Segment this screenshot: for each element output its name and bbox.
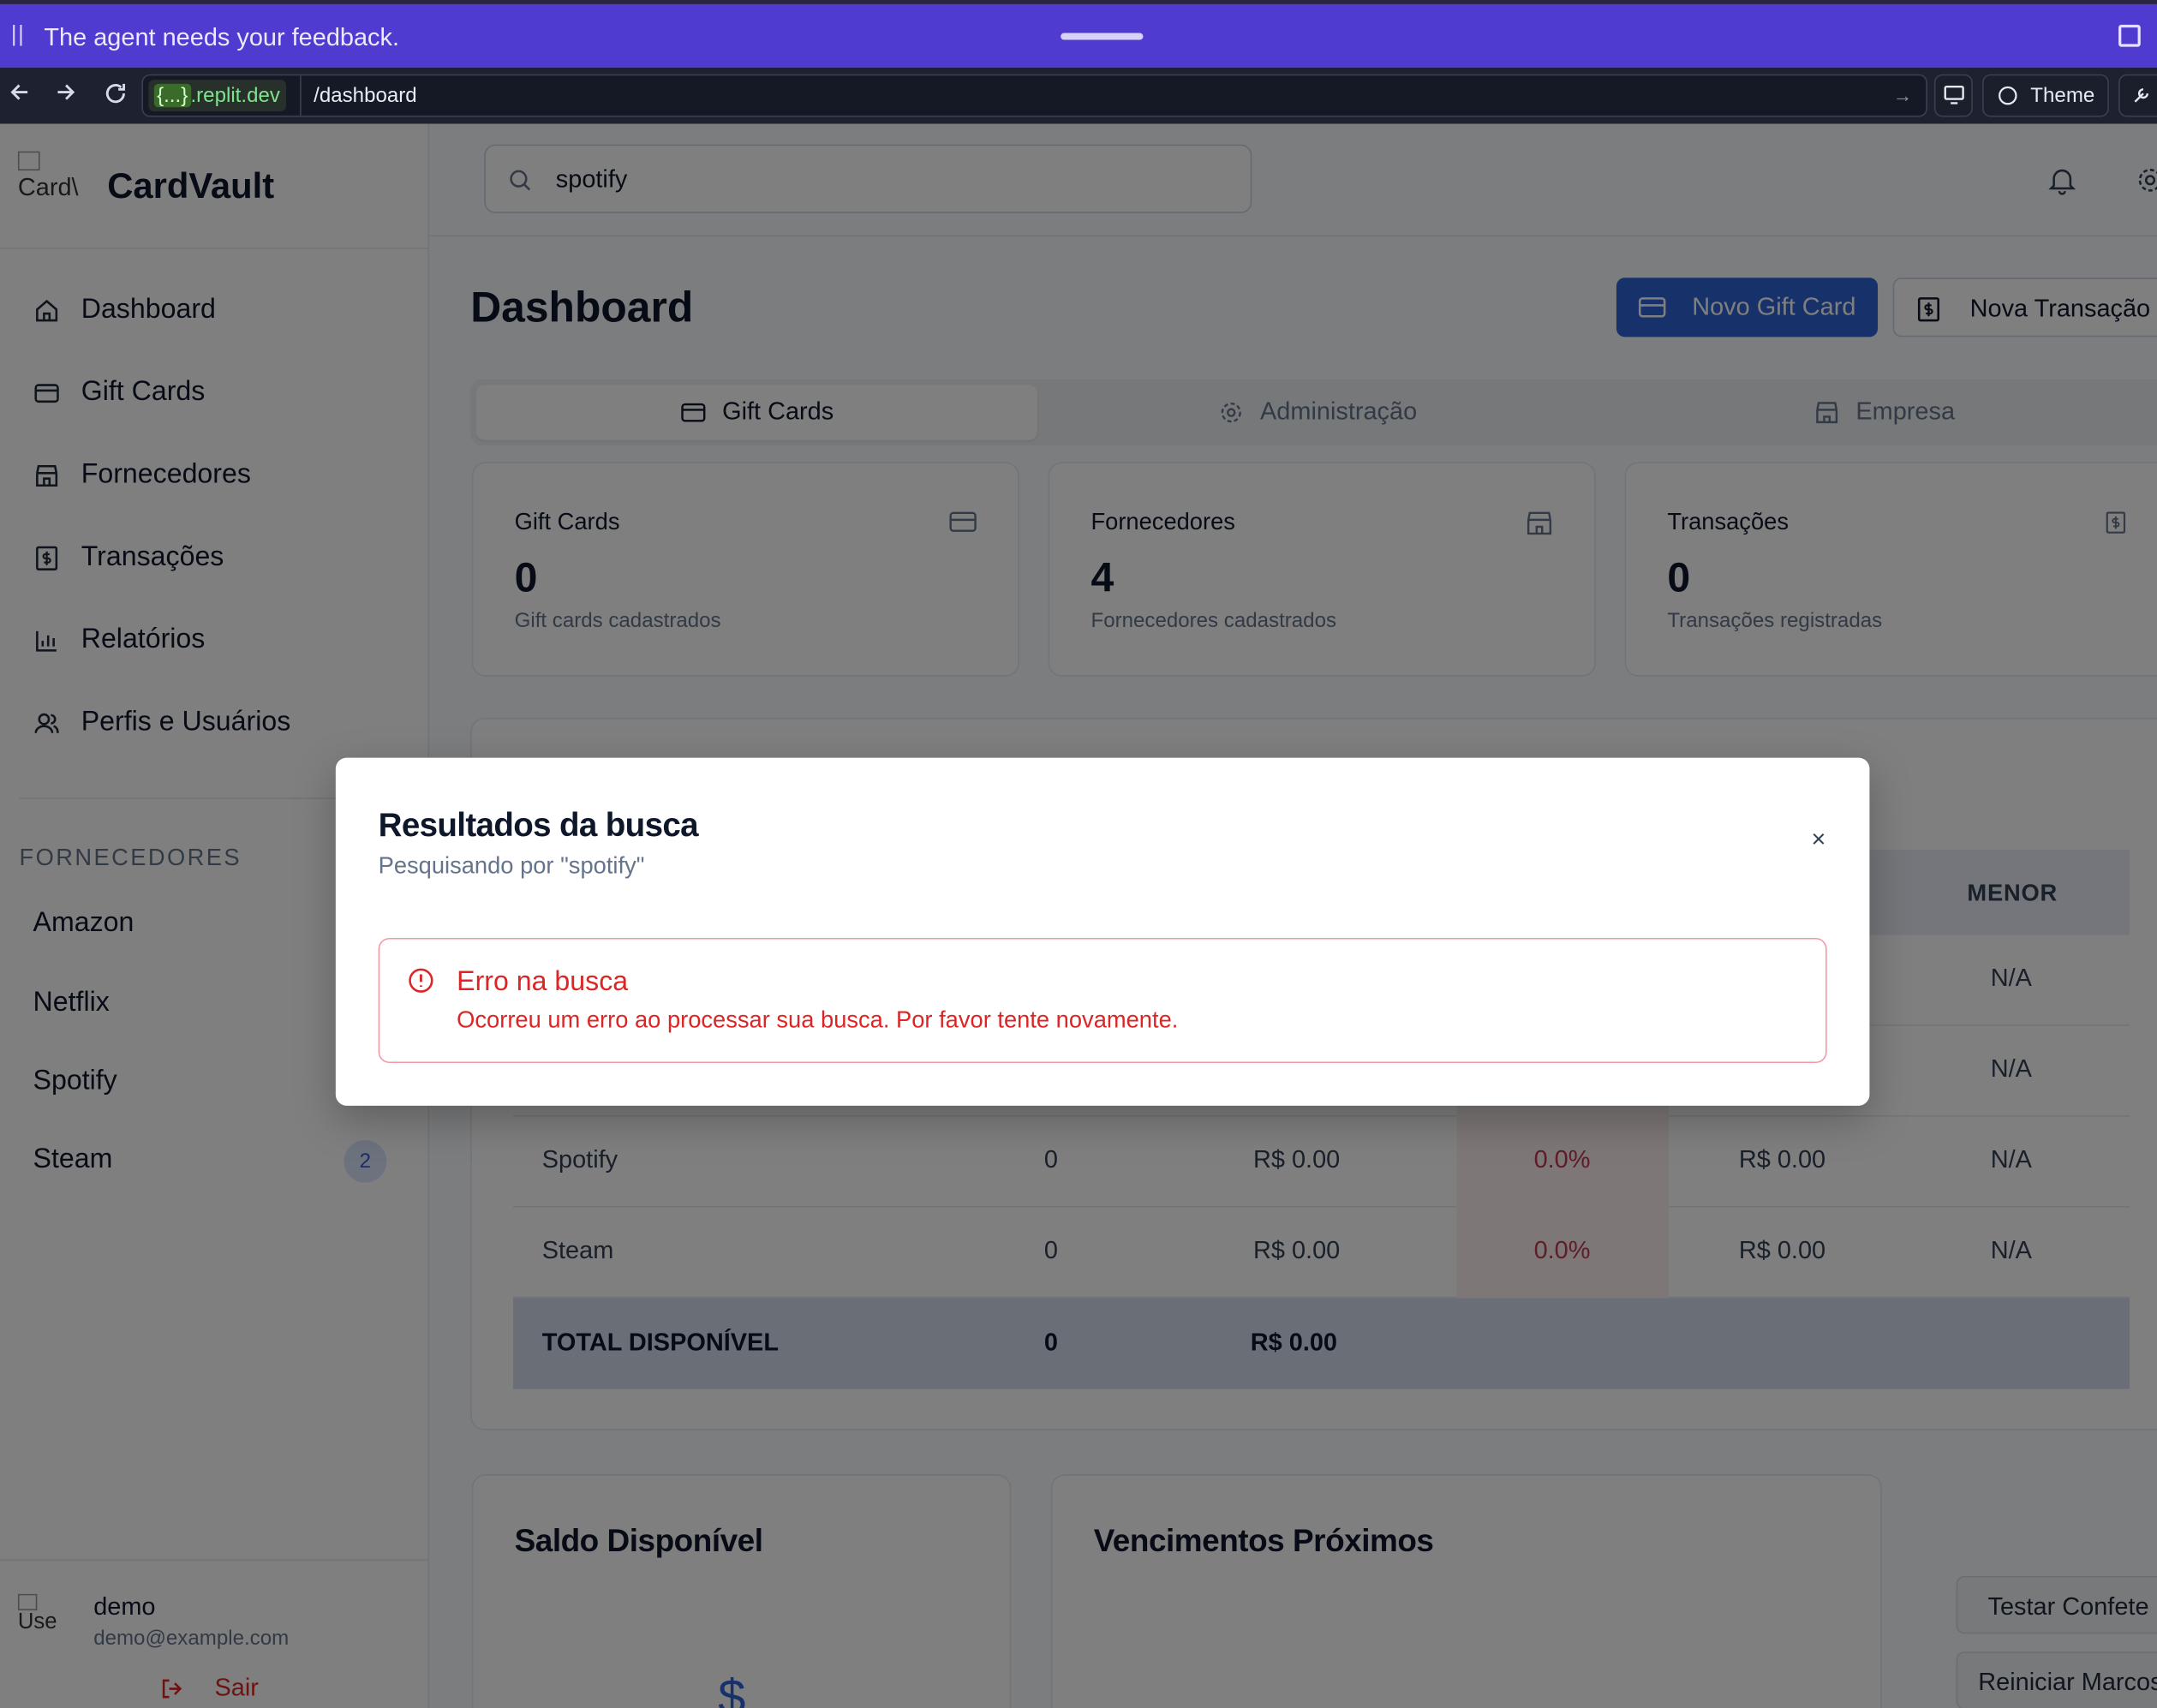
reload-icon[interactable] <box>102 80 129 107</box>
go-arrow-icon[interactable]: → <box>1893 84 1912 106</box>
url-path: /dashboard <box>314 83 417 108</box>
search-results-dialog: Resultados da busca Pesquisando por "spo… <box>335 757 1870 1106</box>
theme-button[interactable]: Theme <box>1982 74 2109 117</box>
forward-icon[interactable] <box>55 80 77 105</box>
agent-feedback-banner: || The agent needs your feedback. <box>0 0 2157 68</box>
app-window: || The agent needs your feedback. {...}.… <box>0 0 2157 1708</box>
banner-message: The agent needs your feedback. <box>44 23 400 51</box>
browser-toolbar: {...} .replit.dev /dashboard → Theme <box>0 67 2157 124</box>
url-field[interactable]: {...} .replit.dev /dashboard → <box>141 74 1927 117</box>
tools-icon[interactable] <box>2118 74 2157 117</box>
pause-icon[interactable]: || <box>11 23 26 48</box>
devices-icon[interactable] <box>1933 74 1973 117</box>
alert-circle-icon <box>409 968 433 993</box>
url-host: {...} .replit.dev <box>148 80 286 112</box>
dialog-title: Resultados da busca <box>378 807 699 845</box>
expand-icon[interactable] <box>2118 24 2141 47</box>
close-icon[interactable]: × <box>1807 827 1830 851</box>
error-message: Ocorreu um erro ao processar sua busca. … <box>457 1006 1179 1033</box>
dialog-subtitle: Pesquisando por "spotify" <box>378 852 645 879</box>
error-alert: Erro na busca Ocorreu um erro ao process… <box>378 937 1827 1064</box>
drag-handle[interactable] <box>1061 33 1144 40</box>
back-icon[interactable] <box>9 80 31 105</box>
error-title: Erro na busca <box>457 966 629 997</box>
